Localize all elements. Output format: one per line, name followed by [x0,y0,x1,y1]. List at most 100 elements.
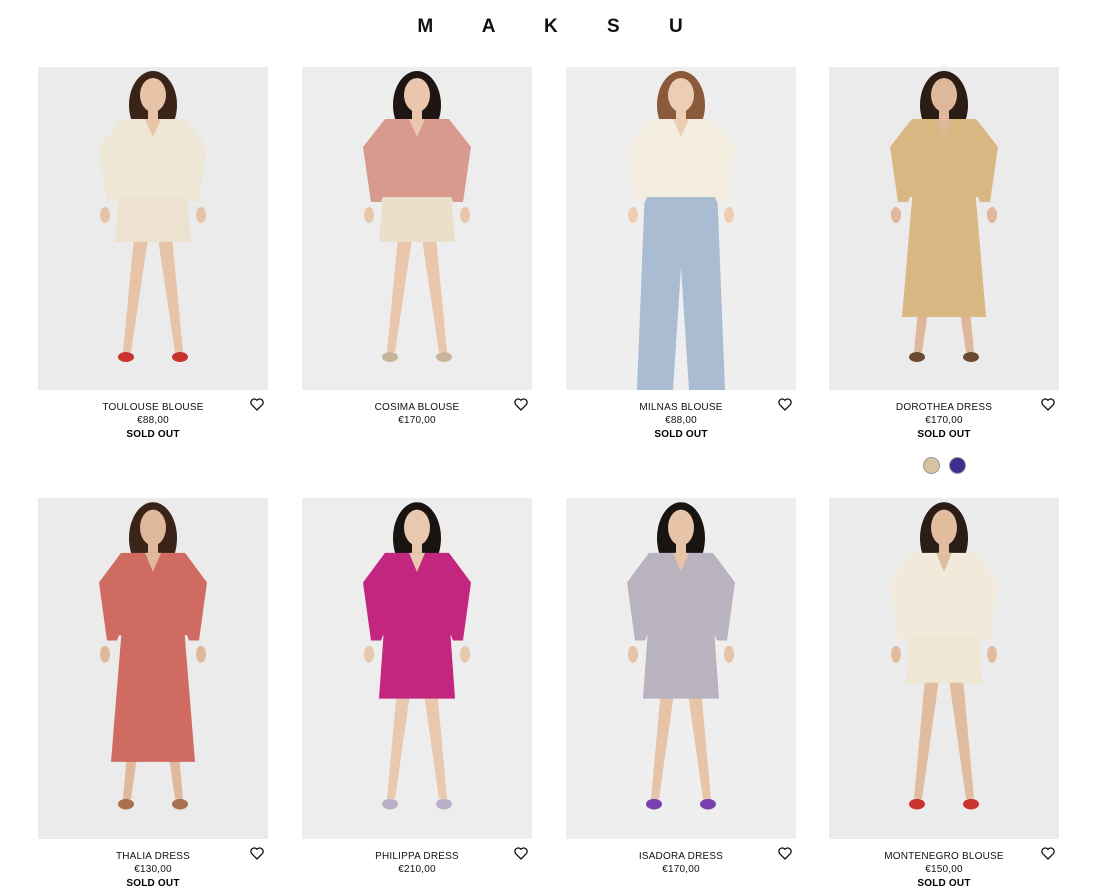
product-photo [829,498,1059,839]
model-shoe-right [172,798,188,810]
model-head [404,78,430,112]
model-hand-right [724,645,734,663]
model-head [931,78,957,112]
model-hand-left [891,645,901,663]
brand-logo[interactable]: M A K S U [0,16,1100,38]
product-image[interactable] [829,498,1059,839]
wishlist-heart-icon[interactable] [1041,847,1055,860]
model-shoe-right [963,798,979,810]
product-info: DOROTHEA DRESS €170,00 SOLD OUT [829,390,1059,474]
product-info: MILNAS BLOUSE €88,00 SOLD OUT [566,390,796,442]
wishlist-heart-icon[interactable] [250,398,264,411]
product-info: MONTENEGRO BLOUSE €150,00 SOLD OUT [829,839,1059,891]
model-shoe-left [909,798,925,810]
model-shoe-left [382,798,398,810]
sold-out-label: SOLD OUT [654,429,708,440]
model-hand-right [460,645,470,663]
product-card[interactable]: DOROTHEA DRESS €170,00 SOLD OUT [829,67,1059,474]
product-price: €170,00 [662,864,700,875]
product-price: €88,00 [665,415,697,426]
model-hand-left [100,207,110,223]
model-hand-right [196,207,206,223]
sold-out-label: SOLD OUT [917,429,971,440]
product-image[interactable] [302,67,532,390]
product-photo [302,67,532,390]
product-name[interactable]: MILNAS BLOUSE [566,401,796,414]
product-photo [566,498,796,839]
model-head [404,509,430,546]
product-photo [302,498,532,839]
product-card[interactable]: MONTENEGRO BLOUSE €150,00 SOLD OUT [829,498,1059,891]
product-image[interactable] [566,67,796,390]
product-name[interactable]: TOULOUSE BLOUSE [38,401,268,414]
model-hand-right [460,207,470,223]
product-image[interactable] [302,498,532,839]
product-image[interactable] [38,498,268,839]
model-hand-right [987,645,997,663]
model-shoe-right [436,352,452,362]
wishlist-heart-icon[interactable] [1041,398,1055,411]
product-photo [829,67,1059,390]
wishlist-heart-icon[interactable] [514,398,528,411]
sold-out-label: SOLD OUT [917,878,971,889]
product-price: €170,00 [398,415,436,426]
product-card[interactable]: THALIA DRESS €130,00 SOLD OUT [38,498,268,891]
model-head [668,509,694,546]
model-shorts [115,192,191,242]
model-shoe-right [963,352,979,362]
product-info: THALIA DRESS €130,00 SOLD OUT [38,839,268,891]
product-photo [566,67,796,390]
wishlist-heart-icon[interactable] [778,398,792,411]
model-shoe-left [646,798,662,810]
product-name[interactable]: DOROTHEA DRESS [829,401,1059,414]
model-hand-left [628,207,638,223]
product-card[interactable]: ISADORA DRESS €170,00 [566,498,796,877]
model-hand-right [724,207,734,223]
model-skirt [902,177,986,317]
model-hand-left [891,207,901,223]
product-price: €210,00 [398,864,436,875]
product-price: €130,00 [134,864,172,875]
product-name[interactable]: ISADORA DRESS [566,850,796,863]
model-shorts [379,192,455,242]
sold-out-label: SOLD OUT [126,429,180,440]
model-shoe-left [909,352,925,362]
model-hand-left [100,645,110,663]
product-photo [38,67,268,390]
product-image[interactable] [829,67,1059,390]
model-hand-left [364,207,374,223]
color-swatch[interactable] [948,457,966,474]
product-info: TOULOUSE BLOUSE €88,00 SOLD OUT [38,390,268,442]
product-photo [38,498,268,839]
model-shoe-right [700,798,716,810]
model-hand-left [628,645,638,663]
model-shoe-left [118,798,134,810]
model-hand-right [196,645,206,663]
product-info: COSIMA BLOUSE €170,00 [302,390,532,428]
model-skirt [111,614,195,762]
model-shoe-left [118,352,134,362]
product-card[interactable]: TOULOUSE BLOUSE €88,00 SOLD OUT [38,67,268,442]
product-name[interactable]: COSIMA BLOUSE [302,401,532,414]
model-head [668,78,694,112]
model-hand-right [987,207,997,223]
product-card[interactable]: PHILIPPA DRESS €210,00 [302,498,532,877]
product-image[interactable] [38,67,268,390]
wishlist-heart-icon[interactable] [514,847,528,860]
model-head [140,509,166,546]
sold-out-label: SOLD OUT [126,878,180,889]
product-name[interactable]: PHILIPPA DRESS [302,850,532,863]
product-name[interactable]: THALIA DRESS [38,850,268,863]
model-shoe-right [172,352,188,362]
color-swatches [829,457,1059,474]
wishlist-heart-icon[interactable] [778,847,792,860]
product-price: €88,00 [137,415,169,426]
product-card[interactable]: MILNAS BLOUSE €88,00 SOLD OUT [566,67,796,442]
wishlist-heart-icon[interactable] [250,847,264,860]
product-name[interactable]: MONTENEGRO BLOUSE [829,850,1059,863]
model-shoe-right [436,798,452,810]
product-image[interactable] [566,498,796,839]
product-card[interactable]: COSIMA BLOUSE €170,00 [302,67,532,428]
color-swatch[interactable] [922,457,940,474]
model-shoe-left [382,352,398,362]
